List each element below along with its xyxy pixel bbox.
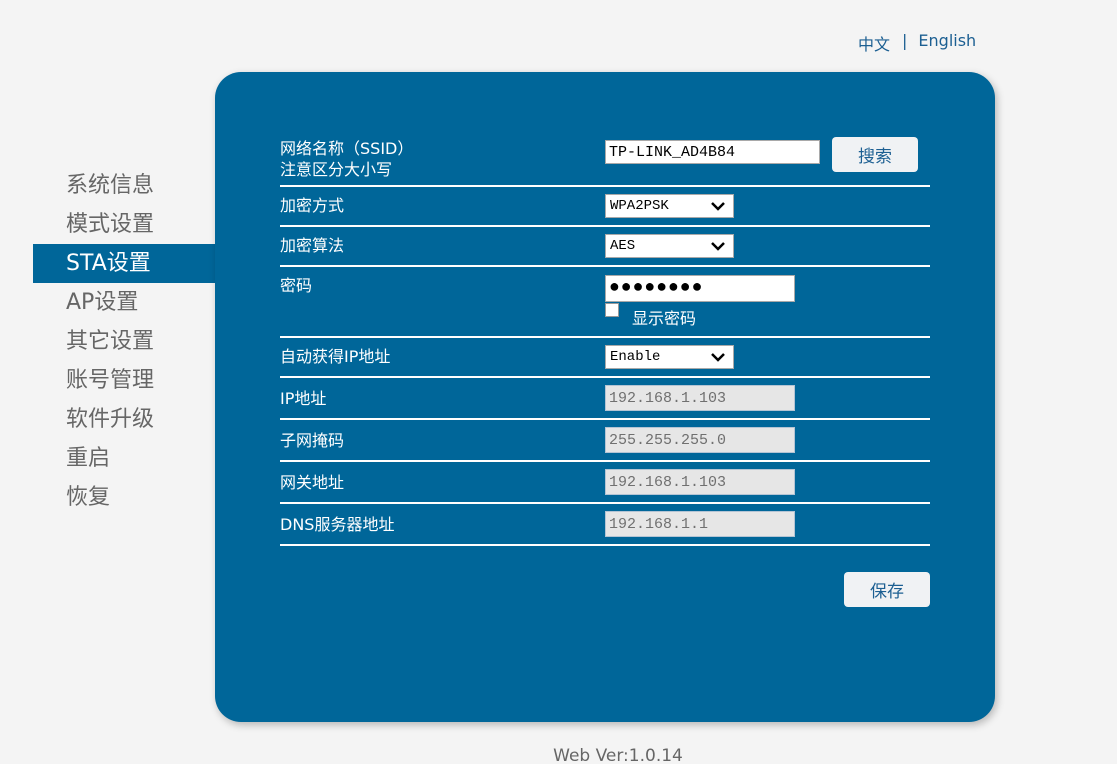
- chevron-down-icon: [711, 242, 725, 251]
- ip-label: IP地址: [280, 389, 327, 408]
- dhcp-select-value: Enable: [610, 349, 661, 365]
- sidebar-item-sta-settings[interactable]: STA设置: [33, 244, 215, 283]
- algorithm-row: 加密算法 AES: [280, 227, 930, 267]
- algorithm-select-value: AES: [610, 238, 636, 254]
- dhcp-select[interactable]: Enable: [605, 345, 734, 369]
- dns-input[interactable]: [605, 511, 795, 537]
- ip-input[interactable]: [605, 385, 795, 411]
- chevron-down-icon: [711, 353, 725, 362]
- password-input[interactable]: ●●●●●●●●: [605, 275, 795, 302]
- encryption-label: 加密方式: [280, 196, 345, 215]
- show-password-checkbox[interactable]: [605, 303, 619, 317]
- ip-row: IP地址: [280, 378, 930, 420]
- sidebar-item-system-info[interactable]: 系统信息: [33, 166, 215, 205]
- gateway-row: 网关地址: [280, 462, 930, 504]
- algorithm-label: 加密算法: [280, 236, 345, 255]
- mask-input[interactable]: [605, 427, 795, 453]
- dhcp-row: 自动获得IP地址 Enable: [280, 338, 930, 378]
- sta-settings-form: 网络名称（SSID） 注意区分大小写 搜索 加密方式 WPA2PSK 加密算法 …: [280, 135, 930, 546]
- gateway-label: 网关地址: [280, 473, 345, 492]
- password-row: 密码 ●●●●●●●● 显示密码: [280, 267, 930, 338]
- ssid-label-hint: 注意区分大小写: [280, 160, 393, 179]
- gateway-input[interactable]: [605, 469, 795, 495]
- ssid-label-title: 网络名称（SSID）: [280, 139, 414, 158]
- encryption-select-value: WPA2PSK: [610, 198, 669, 214]
- chevron-down-icon: [711, 202, 725, 211]
- dns-row: DNS服务器地址: [280, 504, 930, 546]
- sidebar-item-upgrade[interactable]: 软件升级: [33, 400, 215, 439]
- mask-row: 子网掩码: [280, 420, 930, 462]
- sidebar-item-ap-settings[interactable]: AP设置: [33, 283, 215, 322]
- lang-english-link[interactable]: English: [918, 31, 976, 55]
- sta-settings-panel: 网络名称（SSID） 注意区分大小写 搜索 加密方式 WPA2PSK 加密算法 …: [215, 72, 995, 722]
- sidebar-item-other-settings[interactable]: 其它设置: [33, 322, 215, 361]
- language-switcher: 中文 | English: [858, 31, 976, 55]
- mask-label: 子网掩码: [280, 431, 345, 450]
- ssid-label: 网络名称（SSID） 注意区分大小写: [280, 138, 413, 180]
- lang-chinese-link[interactable]: 中文: [858, 31, 890, 55]
- sidebar-item-reboot[interactable]: 重启: [33, 439, 215, 478]
- web-version: Web Ver:1.0.14: [553, 746, 683, 764]
- algorithm-select[interactable]: AES: [605, 234, 734, 258]
- save-button[interactable]: 保存: [844, 572, 930, 607]
- dns-label: DNS服务器地址: [280, 515, 395, 534]
- sidebar-item-mode-settings[interactable]: 模式设置: [33, 205, 215, 244]
- sidebar-item-restore[interactable]: 恢复: [33, 478, 215, 517]
- encryption-row: 加密方式 WPA2PSK: [280, 187, 930, 227]
- ssid-row: 网络名称（SSID） 注意区分大小写 搜索: [280, 135, 930, 187]
- search-button[interactable]: 搜索: [832, 137, 918, 172]
- ssid-input[interactable]: [605, 140, 820, 164]
- show-password-label: 显示密码: [632, 309, 697, 328]
- password-label: 密码: [280, 276, 313, 295]
- sidebar-nav: 系统信息 模式设置 STA设置 AP设置 其它设置 账号管理 软件升级 重启 恢…: [33, 166, 215, 517]
- dhcp-label: 自动获得IP地址: [280, 347, 391, 366]
- lang-separator: |: [902, 31, 908, 50]
- sidebar-item-account[interactable]: 账号管理: [33, 361, 215, 400]
- encryption-select[interactable]: WPA2PSK: [605, 194, 734, 218]
